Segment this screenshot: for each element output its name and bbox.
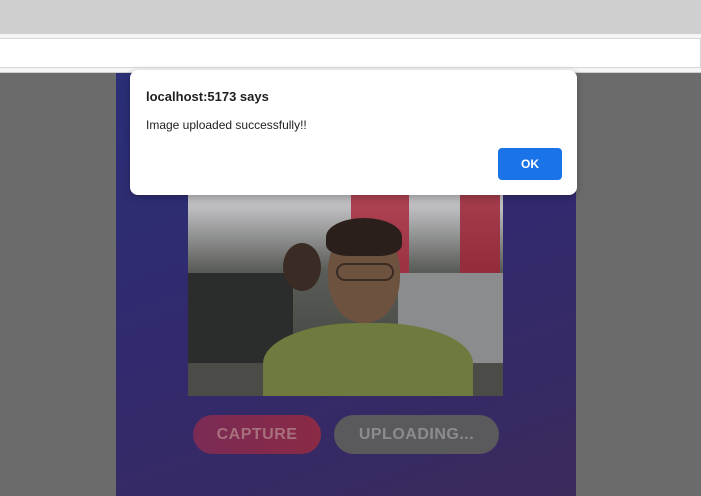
uploading-button[interactable]: UPLOADING... [334, 415, 499, 454]
camera-background-banner [460, 193, 500, 278]
address-bar[interactable] [0, 38, 701, 68]
capture-button[interactable]: CAPTURE [193, 415, 321, 454]
browser-tabstrip [0, 0, 701, 34]
camera-person-shirt [263, 323, 473, 396]
alert-dialog: localhost:5173 says Image uploaded succe… [130, 70, 577, 195]
camera-person-hair [326, 218, 402, 256]
camera-person-glasses [336, 263, 394, 281]
dialog-message: Image uploaded successfully!! [146, 118, 307, 132]
camera-background-person [283, 243, 321, 291]
ok-button[interactable]: OK [498, 148, 562, 180]
dialog-title: localhost:5173 says [146, 89, 269, 104]
browser-toolbar [0, 34, 701, 73]
